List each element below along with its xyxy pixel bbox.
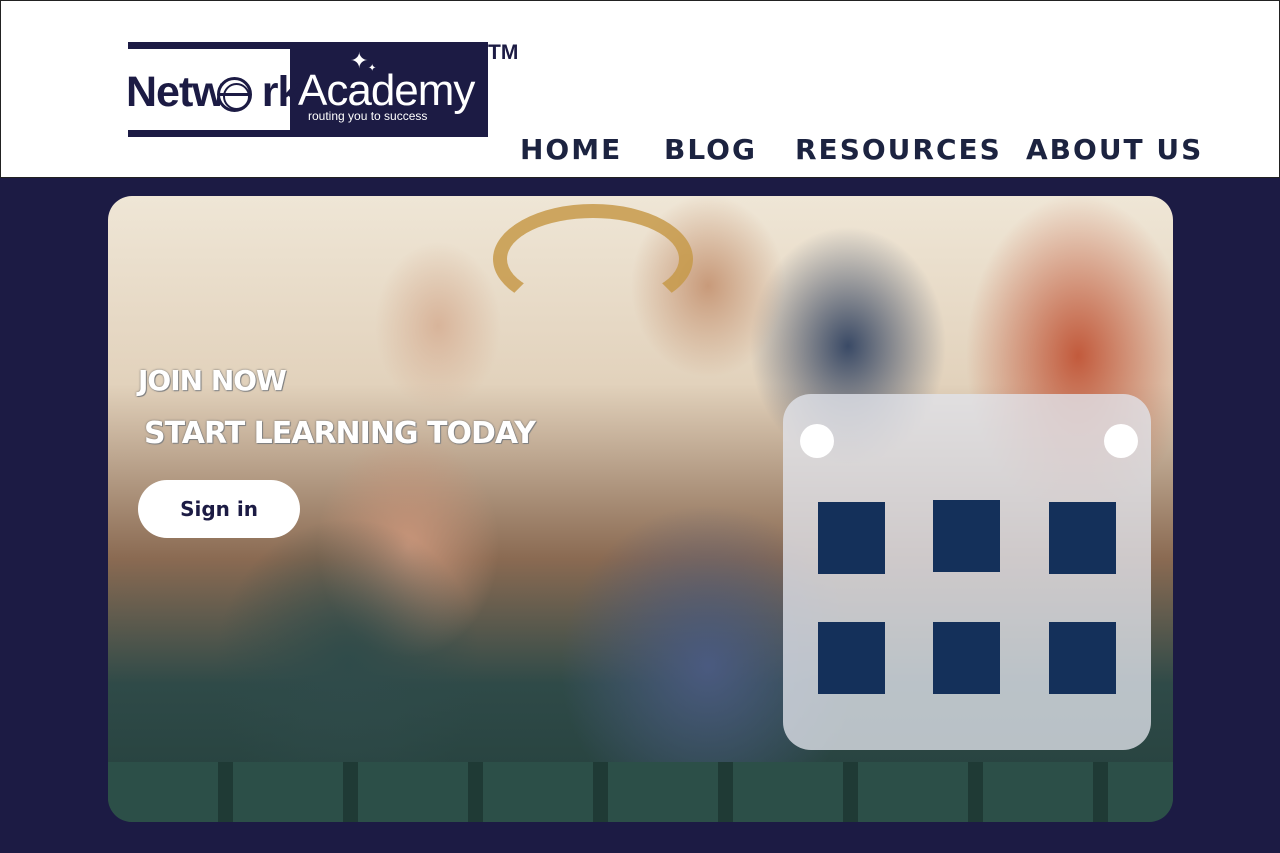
calendar-cell — [818, 502, 885, 574]
globe-icon — [217, 77, 252, 112]
logo-network-text: Netw rk — [126, 68, 301, 116]
hero-subheadline: START LEARNING TODAY — [144, 416, 536, 451]
nav-home[interactable]: HOME — [520, 133, 622, 166]
hero-banner: JOIN NOW START LEARNING TODAY Sign in — [108, 196, 1173, 822]
wreath-decoration — [493, 204, 693, 314]
nav-about-us[interactable]: ABOUT US — [1026, 133, 1203, 166]
hero-photo-chairs — [108, 762, 1173, 822]
hero-headline: JOIN NOW — [138, 364, 287, 397]
nav-resources[interactable]: RESOURCES — [795, 133, 1002, 166]
site-header: Netw rk Academy routing you to success ✦ … — [0, 0, 1280, 178]
logo-top-bar — [128, 42, 488, 49]
calendar-cell — [1049, 502, 1116, 574]
calendar-ring-left — [800, 424, 834, 458]
calendar-cell — [1049, 622, 1116, 694]
calendar-icon — [783, 394, 1151, 750]
sparkle-icon: ✦ — [368, 63, 377, 74]
logo-bottom-bar — [128, 130, 290, 137]
sparkle-icon: ✦ — [350, 49, 369, 74]
calendar-cell — [933, 622, 1000, 694]
nav-blog[interactable]: BLOG — [664, 133, 757, 166]
logo[interactable]: Netw rk Academy routing you to success ✦ … — [126, 42, 488, 137]
trademark-symbol: TM — [488, 41, 519, 64]
calendar-cell — [818, 622, 885, 694]
sign-in-button[interactable]: Sign in — [138, 480, 300, 538]
calendar-cell — [933, 500, 1000, 572]
calendar-ring-right — [1104, 424, 1138, 458]
logo-tagline: routing you to success — [308, 109, 428, 123]
